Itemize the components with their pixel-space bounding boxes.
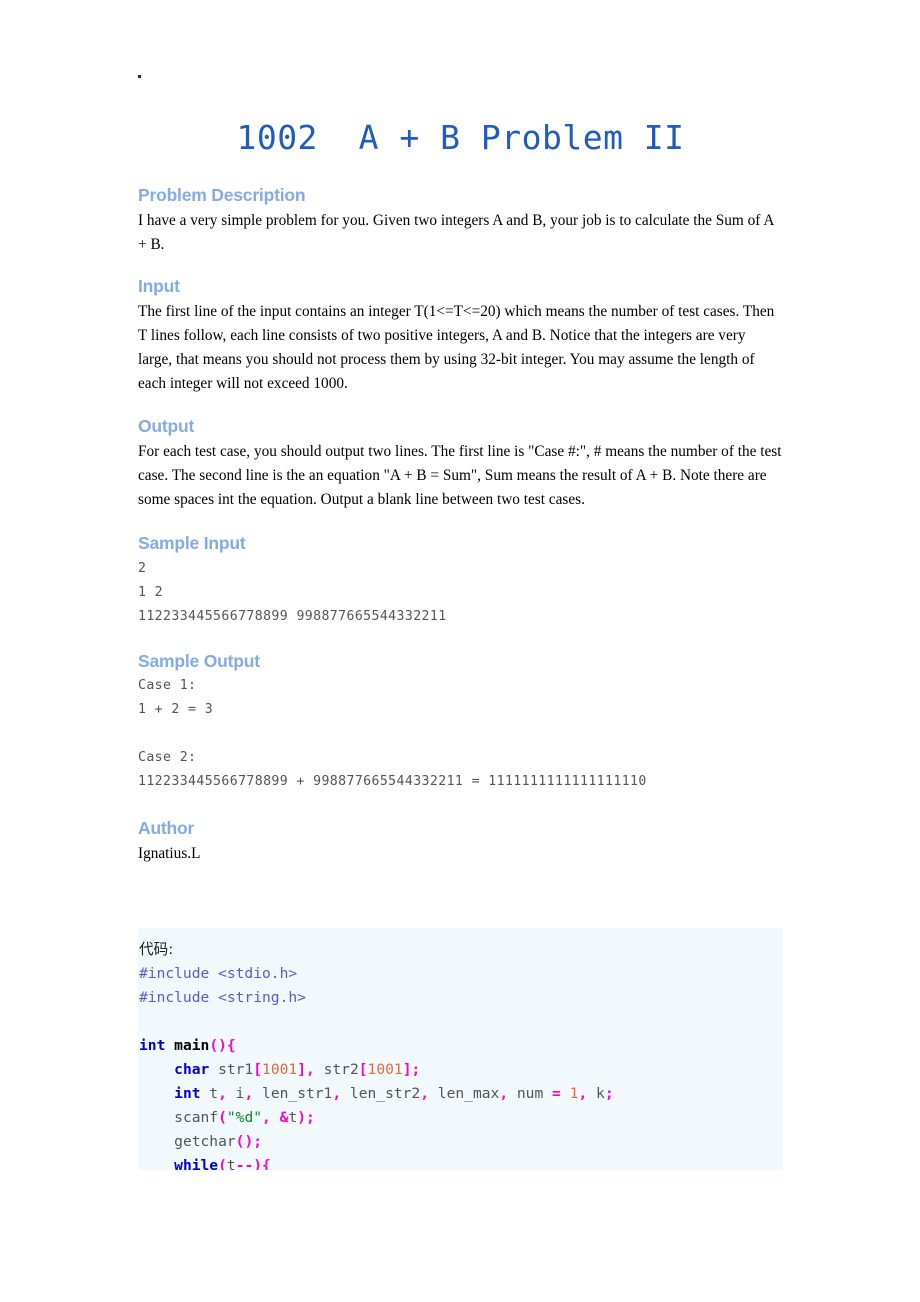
code-token-id: str2 xyxy=(314,1061,359,1078)
section-heading-sample-output: Sample Output xyxy=(138,650,260,671)
section-body-problem-description: I have a very simple problem for you. Gi… xyxy=(138,211,774,253)
code-token-pre: <string.h> xyxy=(218,989,306,1006)
code-line: int main(){ xyxy=(138,1034,783,1058)
section-author: Author Ignatius.L xyxy=(138,818,783,866)
code-token-pun: , xyxy=(420,1085,430,1102)
code-token-pun: [ xyxy=(253,1061,263,1078)
code-token-pun: ( xyxy=(218,1109,227,1126)
code-token-pre: #include xyxy=(139,965,219,982)
code-token-pun: , xyxy=(218,1085,227,1102)
code-token-id: i xyxy=(226,1085,245,1102)
code-line: #include <string.h> xyxy=(138,986,783,1010)
section-body-input: The first line of the input contains an … xyxy=(138,302,775,392)
code-line: getchar(); xyxy=(138,1130,783,1154)
code-token-id: len_str2 xyxy=(341,1085,421,1102)
code-token-num: 1001 xyxy=(262,1061,298,1078)
code-token-pun: ; xyxy=(604,1085,614,1102)
code-line: char str1[1001], str2[1001]; xyxy=(138,1058,783,1082)
sections-container: Problem Description I have a very simple… xyxy=(138,185,783,866)
section-input: Input The first line of the input contai… xyxy=(138,276,783,396)
code-token-id: getchar xyxy=(174,1133,236,1150)
code-lines-container: #include <stdio.h> #include <string.h> in… xyxy=(138,962,783,1170)
code-caption: 代码: xyxy=(139,941,174,958)
code-token-pun: ( xyxy=(218,1157,227,1170)
code-token-pun: ]; xyxy=(402,1061,421,1078)
code-token-pre: <stdio.h> xyxy=(218,965,298,982)
code-token-pun: [ xyxy=(358,1061,368,1078)
section-body-output: For each test case, you should output tw… xyxy=(138,442,782,508)
section-problem-description: Problem Description I have a very simple… xyxy=(138,185,783,257)
code-token-pun: ){ xyxy=(253,1157,271,1170)
section-heading-author: Author xyxy=(138,818,195,839)
code-token-pun: , xyxy=(306,1061,315,1078)
code-line: int t, i, len_str1, len_str2, len_max, n… xyxy=(138,1082,783,1106)
code-token-kw: int xyxy=(174,1085,201,1102)
section-heading-problem-description: Problem Description xyxy=(138,185,306,205)
code-line: #include <stdio.h> xyxy=(138,962,783,986)
section-body-sample-output: Case 1: 1 + 2 = 3 Case 2: 11223344556677… xyxy=(138,678,647,790)
code-token-pun: , xyxy=(332,1085,342,1102)
code-token-pre: #include xyxy=(139,989,219,1006)
code-token-id: len_max xyxy=(429,1085,500,1102)
code-token-fn: main xyxy=(174,1037,210,1054)
code-token-pun: (){ xyxy=(209,1037,236,1054)
code-token-pun: , xyxy=(262,1109,271,1126)
stray-dot-mark xyxy=(138,75,141,78)
code-token-id: str1 xyxy=(209,1061,254,1078)
section-sample-output: Sample Output Case 1: 1 + 2 = 3 Case 2: … xyxy=(138,651,783,795)
page-title: 1002 A + B Problem II xyxy=(236,118,685,157)
code-token-kw: while xyxy=(174,1157,219,1170)
code-token-pun: = xyxy=(552,1085,561,1102)
code-token-id: t xyxy=(200,1085,219,1102)
code-token-id: t xyxy=(226,1157,236,1170)
code-line: scanf("%d", &t); xyxy=(138,1106,783,1130)
code-token-str: "%d" xyxy=(226,1109,263,1126)
section-heading-output: Output xyxy=(138,415,195,436)
section-sample-input: Sample Input 2 1 2 112233445566778899 99… xyxy=(138,533,783,629)
code-token-id: num xyxy=(508,1085,553,1102)
code-token-pun: -- xyxy=(235,1157,254,1170)
section-output: Output For each test case, you should ou… xyxy=(138,416,783,512)
code-token-kw: int xyxy=(139,1037,166,1054)
code-token-id: len_str1 xyxy=(253,1085,333,1102)
code-token-id: scanf xyxy=(174,1109,219,1126)
code-token-num: 1001 xyxy=(367,1061,403,1078)
section-body-author: Ignatius.L xyxy=(138,845,201,863)
code-token-kw: char xyxy=(174,1061,210,1078)
document-page: 1002 A + B Problem II Problem Descriptio… xyxy=(0,0,920,1302)
code-block: 代码: #include <stdio.h> #include <string.h… xyxy=(138,928,783,1170)
code-token-pun: , xyxy=(578,1085,588,1102)
code-token-id: k xyxy=(587,1085,605,1102)
section-heading-input: Input xyxy=(138,275,180,296)
code-token-pun: ); xyxy=(297,1109,315,1126)
code-token-pun: ] xyxy=(297,1061,306,1078)
code-token-pun: , xyxy=(499,1085,509,1102)
code-line: while(t--){ xyxy=(138,1154,783,1170)
code-token-id: t xyxy=(288,1109,298,1126)
code-token-pun: (); xyxy=(235,1133,263,1150)
section-body-sample-input: 2 1 2 112233445566778899 998877665544332… xyxy=(138,560,447,624)
code-token-pun: , xyxy=(244,1085,254,1102)
section-heading-sample-input: Sample Input xyxy=(138,532,246,553)
